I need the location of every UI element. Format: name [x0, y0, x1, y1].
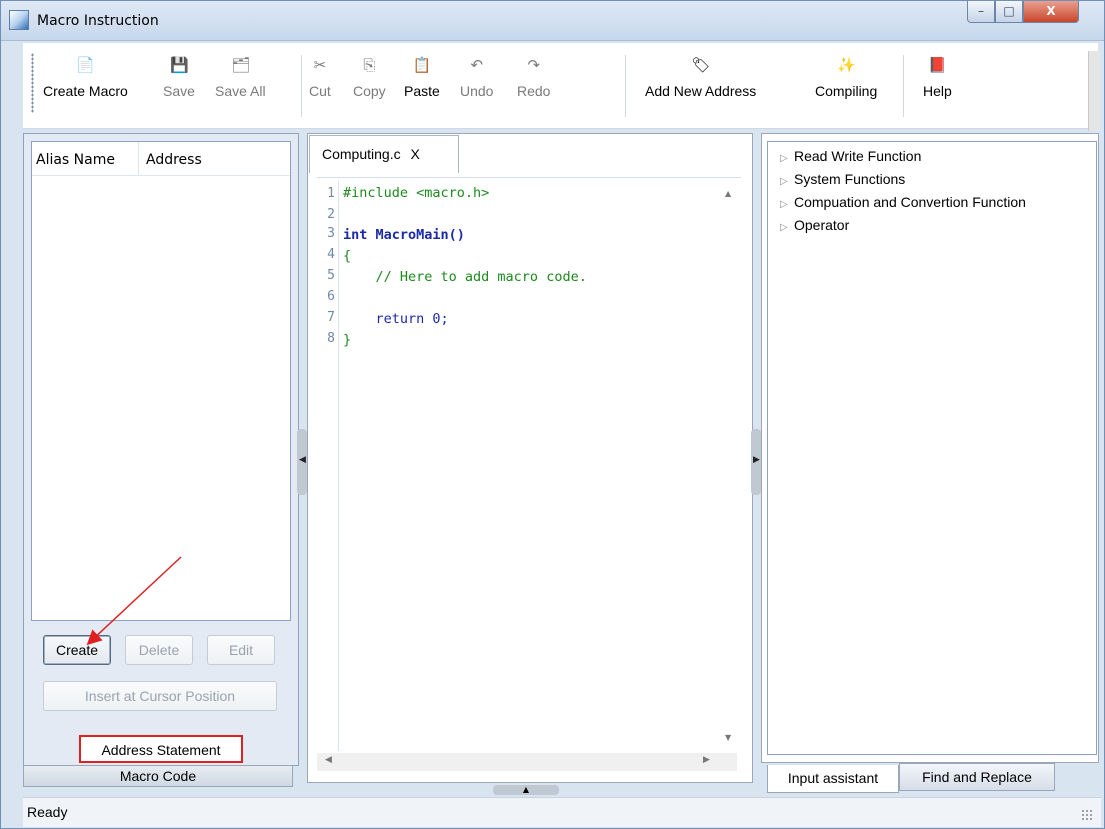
toolbar-grip[interactable] [31, 53, 34, 113]
scroll-left-icon[interactable]: ◀ [325, 755, 332, 765]
line-number: 3 [327, 226, 335, 241]
edit-button[interactable]: Edit [207, 635, 275, 665]
insert-at-cursor-button[interactable]: Insert at Cursor Position [43, 681, 277, 711]
expand-icon[interactable]: ▷ [780, 153, 794, 164]
window-title: Macro Instruction [37, 13, 159, 29]
column-divider[interactable] [138, 142, 139, 176]
tree-item-operator[interactable]: ▷ Operator [780, 217, 849, 233]
delete-button[interactable]: Delete [125, 635, 193, 665]
scissors-icon: ✂ [313, 57, 327, 74]
editor-vertical-scrollbar[interactable]: ▲ ▼ [719, 181, 739, 749]
editor-horizontal-scrollbar[interactable]: ◀ ▶ [317, 753, 737, 771]
function-tree: ▷ Read Write Function ▷ System Functions ▷… [767, 141, 1097, 755]
help-book-icon: 📕 [928, 57, 948, 74]
expand-icon[interactable]: ▷ [780, 199, 794, 210]
address-tag-icon: 🏷 [691, 57, 711, 74]
tab-find-and-replace[interactable]: Find and Replace [899, 763, 1055, 791]
redo-button[interactable]: ↷ Redo [517, 57, 550, 99]
collapse-left-icon: ◀ [299, 455, 306, 465]
copy-button[interactable]: ⎘ Copy [353, 57, 386, 99]
tree-item-computation[interactable]: ▷ Compuation and Convertion Function [780, 194, 1026, 210]
status-bar: Ready [23, 797, 1101, 827]
right-splitter-handle[interactable]: ▶ [751, 429, 761, 495]
address-list-header: Alias Name Address [32, 142, 290, 176]
line-number: 6 [327, 289, 335, 304]
column-address[interactable]: Address [146, 152, 202, 168]
close-button[interactable]: X [1023, 1, 1079, 23]
tab-address-statement[interactable]: Address Statement [79, 735, 243, 763]
undo-button[interactable]: ↶ Undo [460, 57, 493, 99]
tab-macro-code[interactable]: Macro Code [23, 765, 293, 787]
close-tab-icon[interactable]: X [410, 146, 419, 162]
line-number: 2 [327, 207, 335, 222]
expand-icon[interactable]: ▷ [780, 176, 794, 187]
tree-item-system-functions[interactable]: ▷ System Functions [780, 171, 905, 187]
expand-icon[interactable]: ▷ [780, 222, 794, 233]
toolbar: 📄 Create Macro 💾 Save 🗂 Save All ✂ Cut ⎘… [23, 43, 1098, 129]
code-line-return: return 0; [343, 311, 449, 327]
toolbar-overflow[interactable] [1088, 51, 1100, 131]
toolbar-separator [903, 55, 904, 117]
tab-computing-c[interactable]: Computing.c X [309, 135, 459, 173]
line-number-gutter: 1 2 3 4 5 6 7 8 [317, 181, 339, 751]
create-button[interactable]: Create [43, 635, 111, 665]
scroll-up-icon[interactable]: ▲ [725, 189, 731, 198]
save-icon: 💾 [169, 57, 189, 74]
macro-window: Macro Instruction – □ X 📄 Create Macro 💾… [0, 0, 1105, 829]
app-icon [9, 10, 29, 30]
status-text: Ready [27, 804, 68, 820]
code-line-main: int MacroMain() [343, 227, 465, 243]
line-number: 4 [327, 247, 335, 262]
code-line-open-brace: { [343, 248, 352, 264]
copy-icon: ⎘ [363, 57, 376, 74]
toolbar-separator [301, 55, 302, 117]
compiling-button[interactable]: ✨ Compiling [815, 57, 877, 99]
paste-button[interactable]: 📋 Paste [404, 57, 440, 99]
left-splitter-handle[interactable]: ◀ [297, 429, 307, 495]
code-line-include: #include <macro.h> [343, 185, 490, 201]
help-button[interactable]: 📕 Help [923, 57, 952, 99]
scroll-down-icon[interactable]: ▼ [725, 733, 731, 742]
line-number: 1 [327, 186, 335, 201]
scroll-right-icon[interactable]: ▶ [703, 755, 710, 765]
create-macro-button[interactable]: 📄 Create Macro [43, 57, 128, 99]
redo-icon: ↷ [527, 57, 541, 74]
wand-icon: ✨ [837, 57, 856, 74]
minimize-button[interactable]: – [967, 1, 995, 23]
code-editor[interactable] [317, 177, 741, 749]
undo-icon: ↶ [470, 57, 484, 74]
bottom-splitter-handle[interactable]: ▲ [493, 785, 559, 795]
save-all-button[interactable]: 🗂 Save All [215, 57, 266, 99]
toolbar-separator [625, 55, 626, 117]
code-line-comment: // Here to add macro code. [343, 269, 587, 285]
new-file-icon: 📄 [76, 57, 96, 74]
cut-button[interactable]: ✂ Cut [309, 57, 331, 99]
address-list[interactable]: Alias Name Address [31, 141, 291, 621]
resize-grip[interactable] [1081, 809, 1093, 821]
collapse-right-icon: ▶ [753, 455, 760, 465]
save-all-icon: 🗂 [231, 57, 251, 74]
collapse-up-icon: ▲ [522, 785, 530, 794]
save-button[interactable]: 💾 Save [163, 57, 195, 99]
tab-input-assistant[interactable]: Input assistant [767, 765, 899, 793]
column-alias-name[interactable]: Alias Name [36, 152, 115, 168]
line-number: 5 [327, 268, 335, 283]
line-number: 8 [327, 331, 335, 346]
editor-tab-label: Computing.c [322, 146, 401, 162]
tree-item-read-write[interactable]: ▷ Read Write Function [780, 148, 921, 164]
add-new-address-button[interactable]: 🏷 Add New Address [645, 57, 756, 99]
code-line-close-brace: } [343, 332, 352, 348]
maximize-button[interactable]: □ [995, 1, 1023, 23]
line-number: 7 [327, 310, 335, 325]
title-bar[interactable]: Macro Instruction – □ X [1, 1, 1104, 41]
clipboard-icon: 📋 [412, 57, 432, 74]
